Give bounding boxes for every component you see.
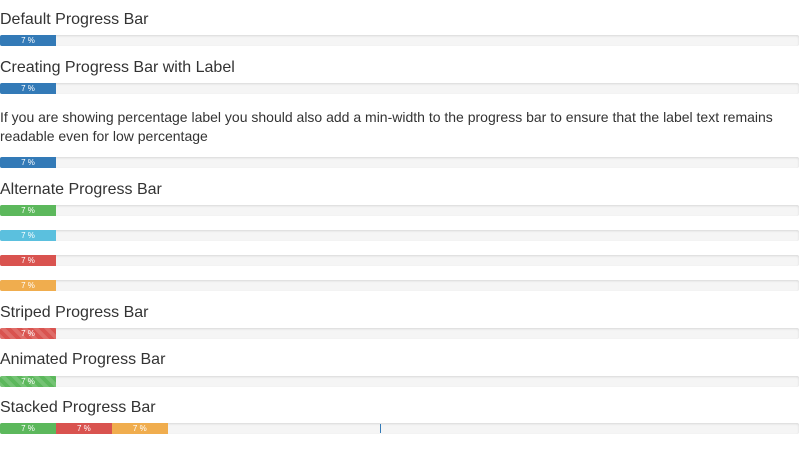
progress-bar-danger: 7 % bbox=[0, 255, 56, 266]
progress-bar-label: 7 % bbox=[0, 83, 56, 94]
progress-track-stacked: 7 % 7 % 7 % bbox=[0, 423, 799, 434]
progress-bar-animated: 7 % bbox=[0, 376, 56, 387]
progress-bar-striped: 7 % bbox=[0, 328, 56, 339]
progress-bar-default: 7 % bbox=[0, 35, 56, 46]
progress-bar-info: 7 % bbox=[0, 230, 56, 241]
progress-track-danger: 7 % bbox=[0, 255, 799, 266]
section-title-striped: Striped Progress Bar bbox=[0, 304, 149, 321]
progress-track-default: 7 % bbox=[0, 35, 799, 46]
progress-bar-minwidth: 7 % bbox=[0, 157, 56, 168]
section-title-alternate: Alternate Progress Bar bbox=[0, 181, 162, 198]
progress-bar-stacked-warning: 7 % bbox=[111, 423, 168, 434]
section-title-label: Creating Progress Bar with Label bbox=[0, 59, 235, 76]
section-title-animated: Animated Progress Bar bbox=[0, 351, 166, 368]
progress-bar-stacked-success: 7 % bbox=[0, 423, 56, 434]
progress-track-label: 7 % bbox=[0, 83, 799, 94]
progress-track-animated: 7 % bbox=[0, 376, 799, 387]
minwidth-note: If you are showing percentage label you … bbox=[0, 109, 773, 144]
progress-track-striped: 7 % bbox=[0, 328, 799, 339]
progress-bar-stacked-danger: 7 % bbox=[55, 423, 112, 434]
text-cursor-mark bbox=[380, 424, 381, 433]
progress-bar-success: 7 % bbox=[0, 205, 56, 216]
section-title-stacked: Stacked Progress Bar bbox=[0, 399, 156, 416]
progress-track-info: 7 % bbox=[0, 230, 799, 241]
section-title-default: Default Progress Bar bbox=[0, 11, 149, 28]
progress-track-minwidth: 7 % bbox=[0, 157, 799, 168]
progress-track-warning: 7 % bbox=[0, 280, 799, 291]
progress-bar-warning: 7 % bbox=[0, 280, 56, 291]
progress-track-success: 7 % bbox=[0, 205, 799, 216]
